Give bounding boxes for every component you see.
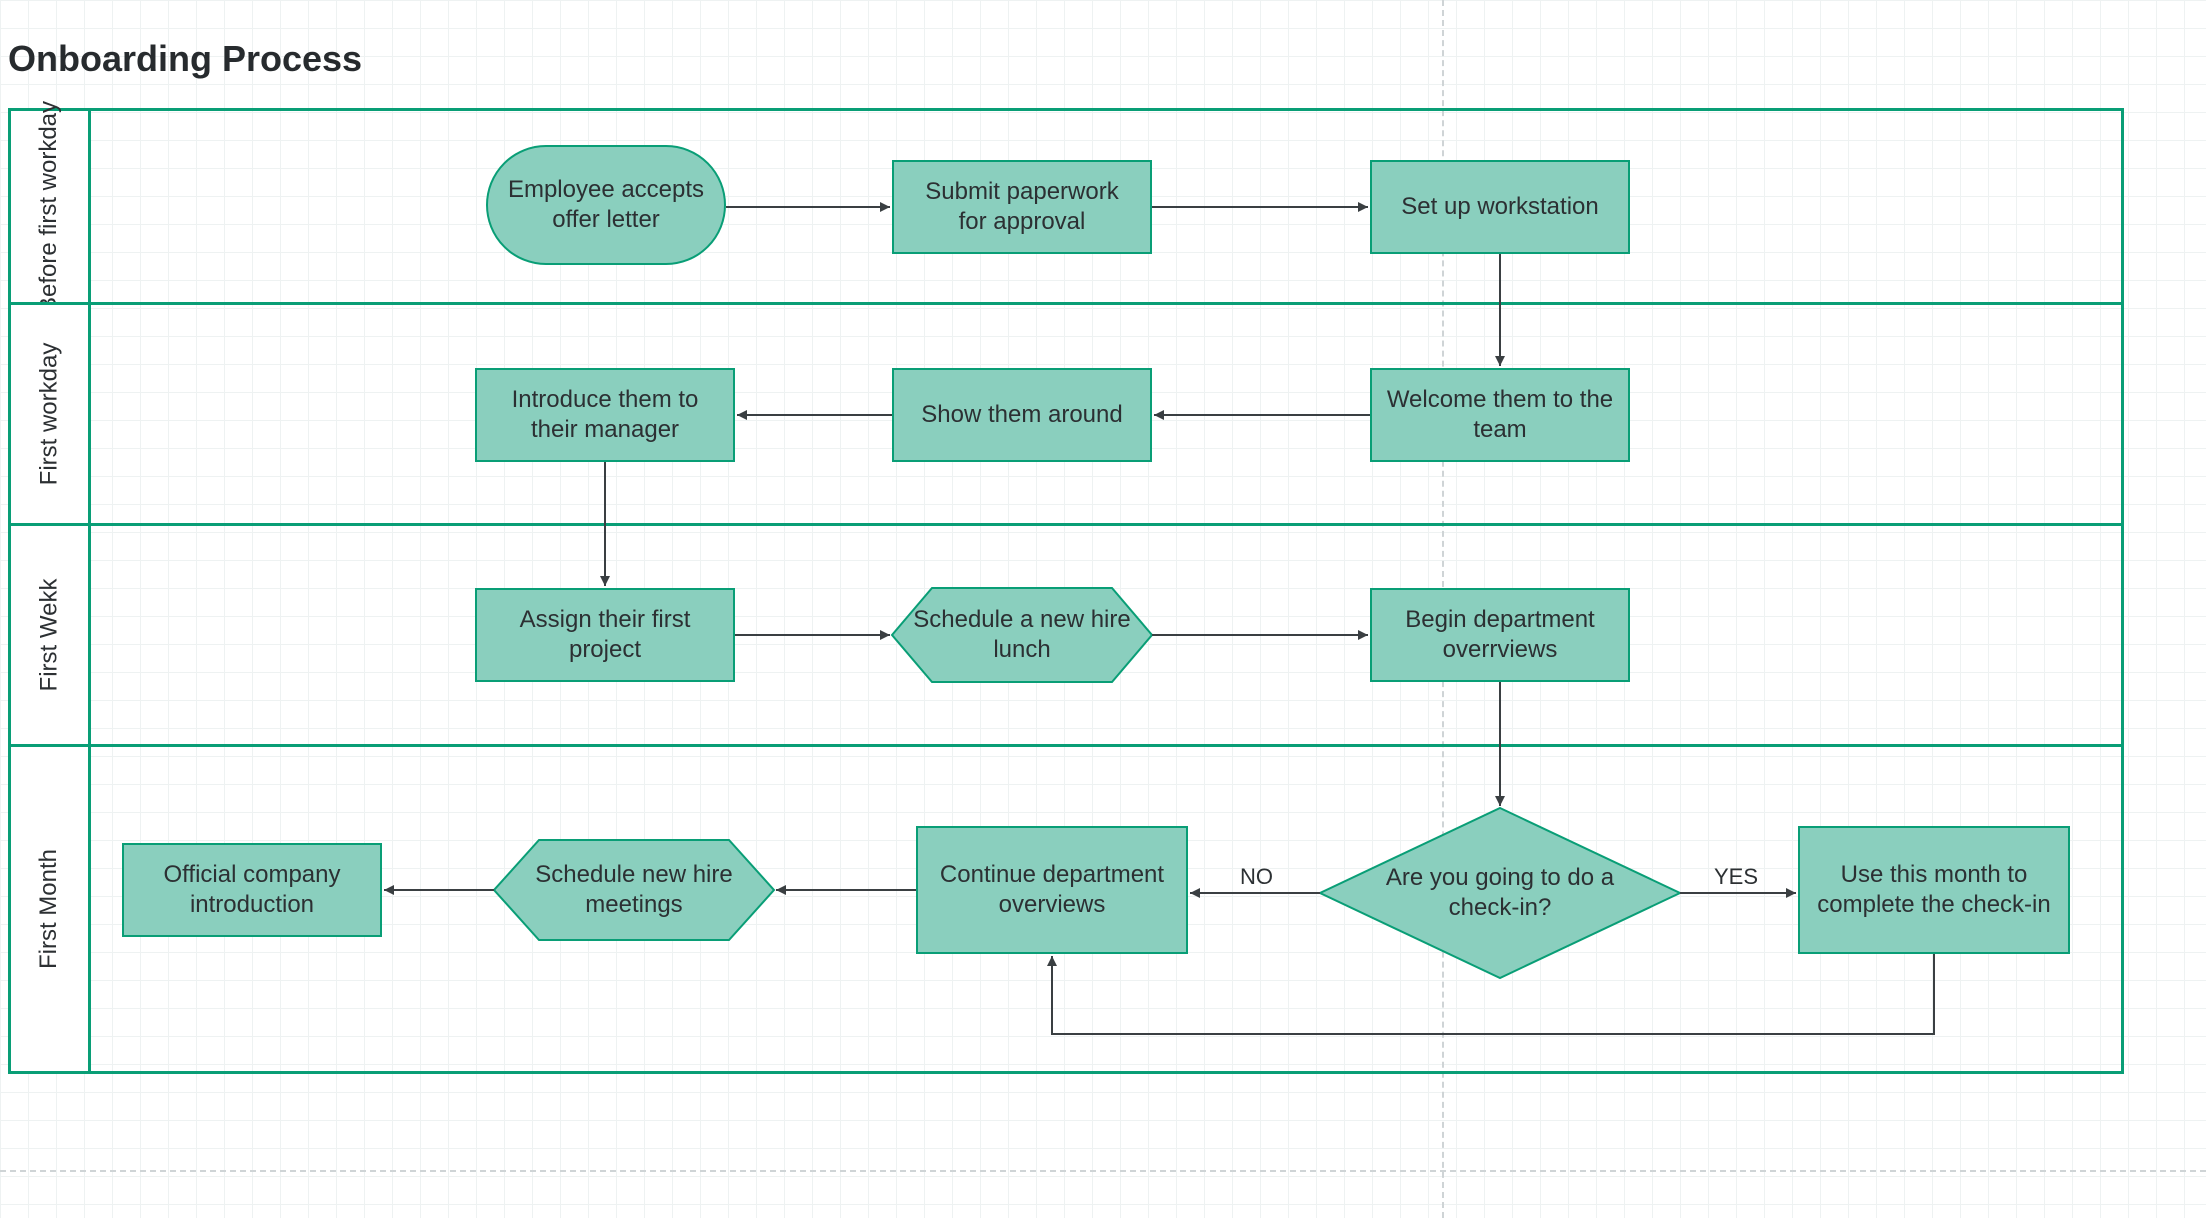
- diagram-canvas: Onboarding Process Before first workday …: [0, 0, 2206, 1218]
- edge-label-no: NO: [1240, 864, 1273, 889]
- edge-label-yes: YES: [1714, 864, 1758, 889]
- connectors: NO YES: [0, 0, 2206, 1218]
